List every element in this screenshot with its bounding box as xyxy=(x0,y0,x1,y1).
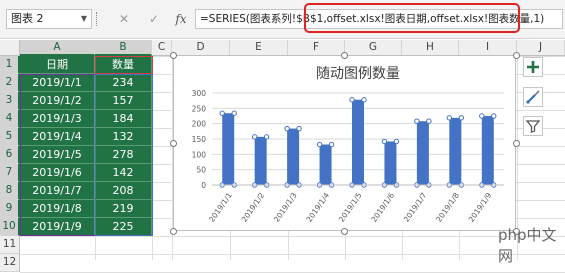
row-header-9[interactable]: 9 xyxy=(0,200,20,218)
row-header-6[interactable]: 6 xyxy=(0,146,20,164)
bar[interactable] xyxy=(222,113,235,185)
name-box[interactable]: 图表 2 ▼ xyxy=(6,9,92,29)
value-range-outline xyxy=(95,74,153,236)
row-header-11[interactable]: 11 xyxy=(0,236,20,254)
column-header-d[interactable]: D xyxy=(172,40,230,56)
x-tick-label: 2019/1/9 xyxy=(467,191,494,224)
select-all-corner[interactable] xyxy=(0,40,20,56)
y-tick-label: 100 xyxy=(192,150,207,159)
y-tick-label: 150 xyxy=(192,135,207,144)
bar[interactable] xyxy=(319,144,332,185)
x-tick-label: 2019/1/2 xyxy=(240,191,267,224)
chart-title[interactable]: 随动图例数量 xyxy=(316,66,400,82)
chart-elements-icon xyxy=(527,61,539,73)
insert-function-button[interactable]: fx xyxy=(173,11,189,27)
column-header-c[interactable]: C xyxy=(152,40,172,56)
bar[interactable] xyxy=(384,141,397,185)
bar[interactable] xyxy=(352,99,364,185)
resize-handle[interactable] xyxy=(341,51,348,59)
y-tick-label: 300 xyxy=(192,89,207,98)
bar-selection-handle xyxy=(263,134,270,140)
x-tick-label: 2019/1/5 xyxy=(337,191,364,224)
bar-selection-handle xyxy=(381,138,388,145)
bar[interactable] xyxy=(481,116,494,185)
bar-selection-handle xyxy=(349,97,355,103)
bar[interactable] xyxy=(287,128,300,185)
column-header-a[interactable]: A xyxy=(20,40,95,56)
bar-selection-handle xyxy=(219,110,225,116)
series-name-range-outline xyxy=(95,56,153,74)
bar-chart[interactable]: 随动图例数量 0 50 100 150 200 250 300 2019/1/1 2019/1/2… xyxy=(174,56,515,230)
row-header-7[interactable]: 7 xyxy=(0,164,20,182)
y-tick-label: 200 xyxy=(192,120,207,129)
x-tick-label: 2019/1/4 xyxy=(304,191,331,224)
row-header-2[interactable]: 2 xyxy=(0,74,20,92)
row-header-1[interactable]: 1 xyxy=(0,56,20,74)
chart-filter-icon xyxy=(525,120,541,133)
bar-selection-handle xyxy=(446,115,453,121)
column-header-g[interactable]: G xyxy=(345,40,402,56)
x-tick-label: 2019/1/3 xyxy=(272,191,299,224)
formula-highlight-box xyxy=(304,3,520,33)
x-tick-label: 2019/1/6 xyxy=(369,191,396,224)
row-header-3[interactable]: 3 xyxy=(0,92,20,110)
column-header-j[interactable]: J xyxy=(517,40,565,56)
x-tick-label: 2019/1/1 xyxy=(207,191,234,224)
y-tick-label: 0 xyxy=(201,181,206,190)
row-header-5[interactable]: 5 xyxy=(0,128,20,146)
bar-selection-handle xyxy=(251,134,258,140)
column-header-i[interactable]: I xyxy=(459,40,517,56)
table-header-cell[interactable]: 日期 xyxy=(20,56,95,74)
bar[interactable] xyxy=(416,121,429,185)
chevron-down-icon[interactable]: ▼ xyxy=(81,10,87,28)
resize-handle[interactable] xyxy=(169,51,177,59)
cancel-icon[interactable]: ✕ xyxy=(116,11,132,27)
chart-styles-button[interactable] xyxy=(523,87,543,107)
enter-icon[interactable]: ✓ xyxy=(146,11,162,27)
chart-styles-icon xyxy=(526,90,540,104)
bar-selection-handle xyxy=(426,118,432,124)
bar-selection-handle xyxy=(361,97,367,103)
formula-bar-divider[interactable] xyxy=(96,12,101,26)
y-tick-label: 50 xyxy=(196,166,206,175)
bar-selection-handle xyxy=(479,113,485,119)
resize-handle[interactable] xyxy=(512,51,520,59)
bar-selection-handle xyxy=(491,113,497,119)
resize-handle[interactable] xyxy=(341,227,348,235)
column-header-e[interactable]: E xyxy=(230,40,288,56)
category-range-outline xyxy=(20,74,96,236)
row-header-10[interactable]: 10 xyxy=(0,218,20,236)
bar-selection-handle xyxy=(458,115,465,121)
chart-elements-button[interactable] xyxy=(523,57,543,77)
row-header-8[interactable]: 8 xyxy=(0,182,20,200)
column-header-h[interactable]: H xyxy=(402,40,459,56)
resize-handle[interactable] xyxy=(512,139,520,147)
column-header-f[interactable]: F xyxy=(288,40,345,56)
chart-object[interactable]: 随动图例数量 0 50 100 150 200 250 300 2019/1/1 2019/1/2… xyxy=(173,55,516,231)
bar-selection-handle xyxy=(231,110,237,116)
grid-row-line xyxy=(20,236,565,237)
bar-selection-handle xyxy=(393,138,400,145)
name-box-value: 图表 2 xyxy=(11,12,44,25)
resize-handle[interactable] xyxy=(169,139,177,147)
x-tick-label: 2019/1/7 xyxy=(402,191,429,224)
bar-selection-handle xyxy=(284,125,290,132)
chart-filter-button[interactable] xyxy=(523,116,543,136)
bar[interactable] xyxy=(254,136,267,185)
grid-row-line xyxy=(20,254,565,255)
bar[interactable] xyxy=(449,117,462,185)
bar-selection-handle xyxy=(296,125,302,132)
bar-selection-handle xyxy=(316,141,323,148)
bar-selection-handle xyxy=(414,118,420,124)
resize-handle[interactable] xyxy=(169,227,177,235)
column-header-b[interactable]: B xyxy=(95,40,152,56)
bar-selection-handle xyxy=(328,141,335,148)
row-header-12[interactable]: 12 xyxy=(0,254,20,272)
y-tick-label: 250 xyxy=(192,104,207,113)
x-tick-label: 2019/1/8 xyxy=(434,191,461,224)
row-header-4[interactable]: 4 xyxy=(0,110,20,128)
